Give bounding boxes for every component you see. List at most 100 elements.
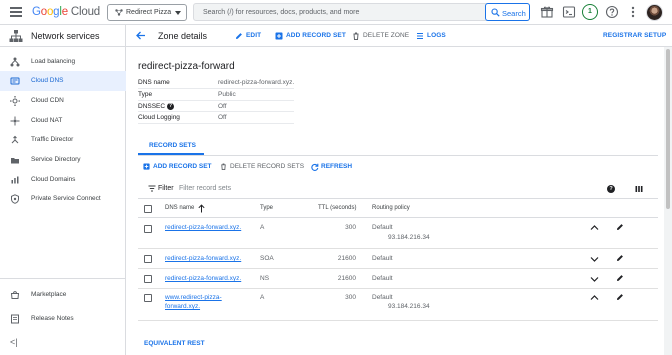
filter-input[interactable]: Filter record sets (179, 185, 231, 192)
column-routing-policy[interactable]: Routing policy (372, 205, 410, 211)
page-header: Zone details EDIT ADD RECORD SET DELETE … (126, 25, 672, 47)
sidebar-item-release-notes[interactable]: Release Notes (0, 309, 126, 329)
routing-policy: Default (372, 224, 393, 231)
filter-icon[interactable] (148, 185, 156, 192)
table-row: redirect-pizza-forward.xyz. A 300 Defaul… (138, 218, 658, 249)
help-icon[interactable]: ? (167, 102, 174, 110)
column-display-icon[interactable] (635, 185, 643, 193)
network-services-icon (9, 30, 23, 42)
project-name: Redirect Pizza (126, 9, 172, 16)
chevron-up-icon[interactable] (590, 224, 599, 231)
edit-icon[interactable] (616, 293, 624, 301)
column-ttl[interactable]: TTL (seconds) (318, 205, 356, 211)
marketplace-icon (10, 291, 20, 299)
filter-label: Filter (158, 185, 174, 192)
user-avatar[interactable] (646, 4, 663, 21)
page-title: Zone details (158, 31, 208, 41)
sidebar: Network services Load balancing Cloud DN… (0, 25, 126, 355)
back-arrow-icon[interactable] (135, 30, 146, 41)
routing-policy: Default (372, 294, 393, 301)
google-cloud-logo[interactable]: Google Cloud (32, 6, 100, 18)
chevron-down-icon[interactable] (590, 256, 599, 263)
private-service-connect-icon (11, 194, 19, 204)
vertical-scrollbar[interactable] (664, 47, 672, 355)
row-checkbox[interactable] (144, 225, 152, 233)
cloud-nat-icon (10, 116, 20, 126)
edit-icon[interactable] (616, 274, 624, 282)
sidebar-item-load-balancing[interactable]: Load balancing (0, 52, 126, 72)
arrow-upward-icon[interactable] (198, 204, 205, 213)
search-icon (491, 8, 500, 17)
sidebar-item-label: Cloud NAT (31, 117, 63, 124)
help-icon[interactable]: ? (607, 185, 615, 193)
tab-record-sets[interactable]: RECORD SETS (138, 138, 204, 155)
column-dns-name[interactable]: DNS name (165, 205, 194, 211)
logo-product: Cloud (70, 6, 100, 18)
delete-icon (353, 32, 359, 40)
project-picker[interactable]: Redirect Pizza (107, 4, 187, 21)
row-checkbox[interactable] (144, 275, 152, 283)
routing-policy-detail: 93.184.216.34 (388, 234, 430, 241)
top-bar: Google Cloud Redirect Pizza Search (/) fo… (0, 0, 672, 25)
sidebar-item-label: Release Notes (31, 315, 74, 322)
table-header: DNS name Type TTL (seconds) Routing poli… (138, 200, 658, 218)
cloud-dns-icon (10, 77, 20, 85)
record-dns-name-link[interactable]: redirect-pizza-forward.xyz. (165, 224, 241, 231)
scrollbar-thumb[interactable] (666, 49, 670, 209)
chevron-up-icon[interactable] (590, 294, 599, 301)
release-notes-icon (11, 314, 19, 324)
sidebar-item-label: Cloud DNS (31, 77, 64, 84)
help-icon[interactable] (605, 5, 619, 19)
table-row: redirect-pizza-forward.xyz. SOA 21600 De… (138, 249, 658, 269)
record-dns-name-link[interactable]: redirect-pizza-forward.xyz. (165, 255, 241, 262)
row-checkbox[interactable] (144, 255, 152, 263)
sidebar-item-traffic-director[interactable]: Traffic Director (0, 130, 126, 150)
row-checkbox[interactable] (144, 294, 152, 302)
sidebar-item-cloud-cdn[interactable]: Cloud CDN (0, 91, 126, 111)
refresh-icon (311, 163, 319, 171)
sidebar-title: Network services (31, 31, 100, 41)
cloud-cdn-icon (10, 96, 20, 106)
equivalent-rest-link[interactable]: EQUIVALENT REST (144, 340, 205, 347)
table-row: www.redirect-pizza- forward.xyz. A 300 D… (138, 289, 658, 321)
sidebar-item-cloud-dns[interactable]: Cloud DNS (0, 71, 126, 91)
record-ttl: 300 (345, 294, 356, 301)
zone-detail-cloud-logging: Cloud Logging Off (138, 112, 294, 124)
record-dns-name-link-continued[interactable]: forward.xyz. (165, 303, 200, 310)
edit-icon (236, 33, 242, 39)
sidebar-item-cloud-nat[interactable]: Cloud NAT (0, 111, 126, 131)
sidebar-item-label: Cloud Domains (31, 176, 76, 183)
record-type: A (260, 294, 265, 301)
record-ttl: 21600 (337, 255, 356, 262)
more-vert-icon[interactable] (626, 5, 640, 19)
collapse-sidebar-icon[interactable]: <| (10, 337, 18, 347)
sidebar-item-private-service-connect[interactable]: Private Service Connect (0, 189, 126, 209)
routing-policy-detail: 93.184.216.34 (388, 303, 430, 310)
record-type: A (260, 224, 265, 231)
list-icon (417, 32, 423, 40)
record-ttl: 21600 (337, 275, 356, 282)
search-input[interactable]: Search (/) for resources, docs, products… (193, 3, 530, 21)
cloud-shell-icon[interactable] (562, 5, 576, 19)
edit-icon[interactable] (616, 254, 624, 262)
sidebar-item-label: Service Directory (31, 156, 81, 163)
notifications-badge[interactable]: 1 (582, 4, 598, 20)
table-row: redirect-pizza-forward.xyz. NS 21600 Def… (138, 269, 658, 289)
sidebar-item-service-directory[interactable]: Service Directory (0, 150, 126, 170)
select-all-checkbox[interactable] (144, 205, 152, 213)
sidebar-header: Network services (0, 25, 126, 47)
record-dns-name-link[interactable]: www.redirect-pizza- (165, 294, 222, 301)
routing-policy: Default (372, 255, 393, 262)
sidebar-divider (0, 278, 126, 279)
search-button[interactable]: Search (485, 3, 530, 21)
filter-bar: Filter Filter record sets ? (138, 179, 658, 199)
gift-icon[interactable] (540, 5, 554, 19)
chevron-down-icon[interactable] (590, 276, 599, 283)
record-ttl: 300 (345, 224, 356, 231)
sidebar-item-cloud-domains[interactable]: Cloud Domains (0, 170, 126, 190)
sidebar-item-marketplace[interactable]: Marketplace (0, 285, 126, 305)
column-type[interactable]: Type (260, 205, 273, 211)
main-menu-icon[interactable] (10, 7, 22, 17)
record-dns-name-link[interactable]: redirect-pizza-forward.xyz. (165, 275, 241, 282)
edit-icon[interactable] (616, 223, 624, 231)
